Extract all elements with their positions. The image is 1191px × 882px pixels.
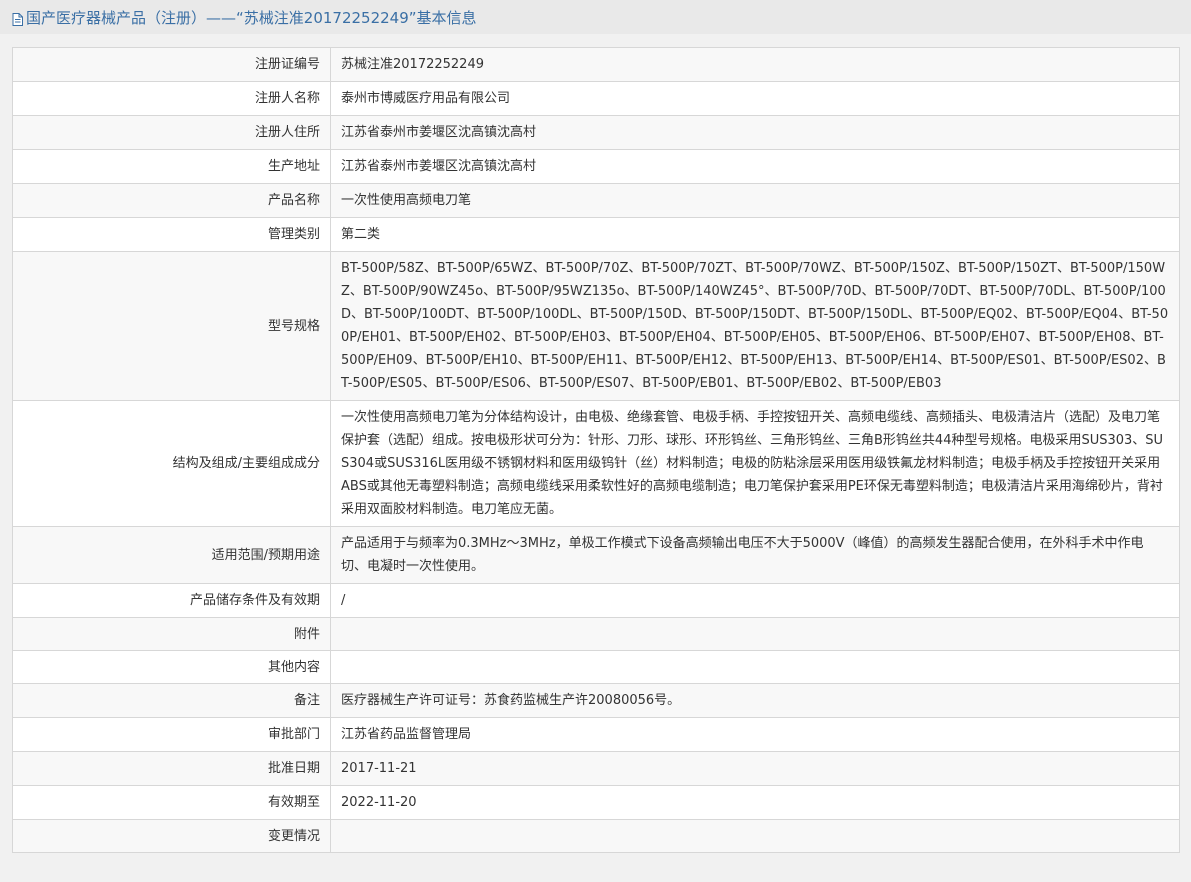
field-label: 注册证编号 (12, 47, 331, 82)
field-value: / (330, 583, 1180, 618)
table-row: 审批部门 江苏省药品监督管理局 (12, 717, 1180, 752)
table-row: 产品名称 一次性使用高频电刀笔 (12, 183, 1180, 218)
field-value: 苏械注准20172252249 (330, 47, 1180, 82)
field-value: 医疗器械生产许可证号：苏食药监械生产许20080056号。 (330, 683, 1180, 718)
table-row: 产品储存条件及有效期 / (12, 583, 1180, 618)
field-label: 结构及组成/主要组成成分 (12, 400, 331, 527)
field-value: 江苏省泰州市姜堰区沈高镇沈高村 (330, 115, 1180, 150)
field-label: 产品储存条件及有效期 (12, 583, 331, 618)
field-label: 注册人住所 (12, 115, 331, 150)
field-value: 2017-11-21 (330, 751, 1180, 786)
table-row: 注册人名称 泰州市博威医疗用品有限公司 (12, 81, 1180, 116)
field-value: 一次性使用高频电刀笔 (330, 183, 1180, 218)
table-row: 注册人住所 江苏省泰州市姜堰区沈高镇沈高村 (12, 115, 1180, 150)
info-table-container: 注册证编号 苏械注准20172252249 注册人名称 泰州市博威医疗用品有限公司 注册… (12, 47, 1180, 853)
field-label: 批准日期 (12, 751, 331, 786)
field-label: 适用范围/预期用途 (12, 526, 331, 584)
field-label: 管理类别 (12, 217, 331, 252)
info-table: 注册证编号 苏械注准20172252249 注册人名称 泰州市博威医疗用品有限公司 注册… (12, 47, 1180, 853)
table-row: 生产地址 江苏省泰州市姜堰区沈高镇沈高村 (12, 149, 1180, 184)
field-value: BT-500P/58Z、BT-500P/65WZ、BT-500P/70Z、BT-… (330, 251, 1180, 401)
field-label: 审批部门 (12, 717, 331, 752)
field-value: 2022-11-20 (330, 785, 1180, 820)
field-value: 泰州市博威医疗用品有限公司 (330, 81, 1180, 116)
field-value: 江苏省药品监督管理局 (330, 717, 1180, 752)
table-row: 附件 (12, 617, 1180, 651)
table-row: 型号规格 BT-500P/58Z、BT-500P/65WZ、BT-500P/70Z… (12, 251, 1180, 401)
field-label: 有效期至 (12, 785, 331, 820)
field-value (330, 650, 1180, 684)
field-value: 产品适用于与频率为0.3MHz～3MHz，单极工作模式下设备高频输出电压不大于5… (330, 526, 1180, 584)
table-row: 注册证编号 苏械注准20172252249 (12, 47, 1180, 82)
field-value: 第二类 (330, 217, 1180, 252)
table-row: 备注 医疗器械生产许可证号：苏食药监械生产许20080056号。 (12, 683, 1180, 718)
field-label: 产品名称 (12, 183, 331, 218)
page-header: 国产医疗器械产品（注册）——“苏械注准20172252249”基本信息 (0, 0, 1191, 34)
table-row: 其他内容 (12, 650, 1180, 684)
table-row: 变更情况 (12, 819, 1180, 853)
table-row: 适用范围/预期用途 产品适用于与频率为0.3MHz～3MHz，单极工作模式下设备高… (12, 526, 1180, 584)
field-label: 变更情况 (12, 819, 331, 853)
field-label: 生产地址 (12, 149, 331, 184)
field-label: 其他内容 (12, 650, 331, 684)
table-row: 结构及组成/主要组成成分 一次性使用高频电刀笔为分体结构设计，由电极、绝缘套管、电… (12, 400, 1180, 527)
field-value: 江苏省泰州市姜堰区沈高镇沈高村 (330, 149, 1180, 184)
page-title: 国产医疗器械产品（注册）——“苏械注准20172252249”基本信息 (26, 8, 477, 27)
info-table-body: 注册证编号 苏械注准20172252249 注册人名称 泰州市博威医疗用品有限公司 注册… (12, 47, 1180, 853)
document-icon (12, 11, 23, 26)
table-row: 批准日期 2017-11-21 (12, 751, 1180, 786)
field-value: 一次性使用高频电刀笔为分体结构设计，由电极、绝缘套管、电极手柄、手控按钮开关、高… (330, 400, 1180, 527)
field-value (330, 617, 1180, 651)
table-row: 管理类别 第二类 (12, 217, 1180, 252)
table-row: 有效期至 2022-11-20 (12, 785, 1180, 820)
field-label: 注册人名称 (12, 81, 331, 116)
field-label: 型号规格 (12, 251, 331, 401)
field-value (330, 819, 1180, 853)
field-label: 附件 (12, 617, 331, 651)
field-label: 备注 (12, 683, 331, 718)
